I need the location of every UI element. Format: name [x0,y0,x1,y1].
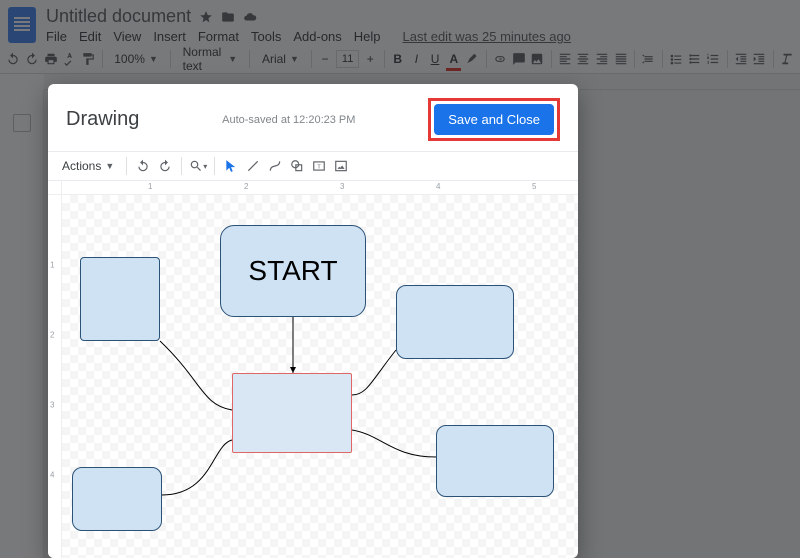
svg-text:T: T [318,164,322,170]
drawing-shape-tool-icon[interactable] [287,156,307,176]
drawing-ruler-vertical: 1 2 3 4 [48,195,62,558]
drawing-line-tool-icon[interactable] [243,156,263,176]
shape-start-label: START [248,255,337,287]
shape-right1[interactable] [396,285,514,359]
drawing-ruler-corner [48,181,62,195]
shape-right2[interactable] [436,425,554,497]
drawing-ruler-horizontal: 1 2 3 4 5 [62,181,578,195]
connector-right1-center[interactable] [352,350,396,395]
drawing-undo-icon[interactable] [133,156,153,176]
drawing-curve-tool-icon[interactable] [265,156,285,176]
drawing-actions-label: Actions [62,159,101,173]
drawing-select-tool-icon[interactable] [221,156,241,176]
shape-left2[interactable] [72,467,162,531]
drawing-toolbar: Actions ▼ ▾ T [48,151,578,181]
drawing-dialog: Drawing Auto-saved at 12:20:23 PM Save a… [48,84,578,558]
drawing-image-tool-icon[interactable] [331,156,351,176]
drawing-textbox-tool-icon[interactable]: T [309,156,329,176]
drawing-canvas[interactable]: START [62,195,578,558]
drawing-autosave-text: Auto-saved at 12:20:23 PM [139,114,428,126]
drawing-zoom-icon[interactable]: ▾ [188,156,208,176]
shape-center[interactable] [232,373,352,453]
shape-start[interactable]: START [220,225,366,317]
shape-left1[interactable] [80,257,160,341]
drawing-actions-menu[interactable]: Actions ▼ [56,159,120,173]
drawing-redo-icon[interactable] [155,156,175,176]
save-close-highlight: Save and Close [428,98,560,141]
drawing-dialog-title: Drawing [66,108,139,131]
connector-right2-center[interactable] [352,430,436,457]
drawing-dialog-header: Drawing Auto-saved at 12:20:23 PM Save a… [48,84,578,151]
connector-left1-center[interactable] [160,341,232,410]
save-and-close-button[interactable]: Save and Close [434,104,554,135]
connector-left2-center[interactable] [162,440,232,495]
